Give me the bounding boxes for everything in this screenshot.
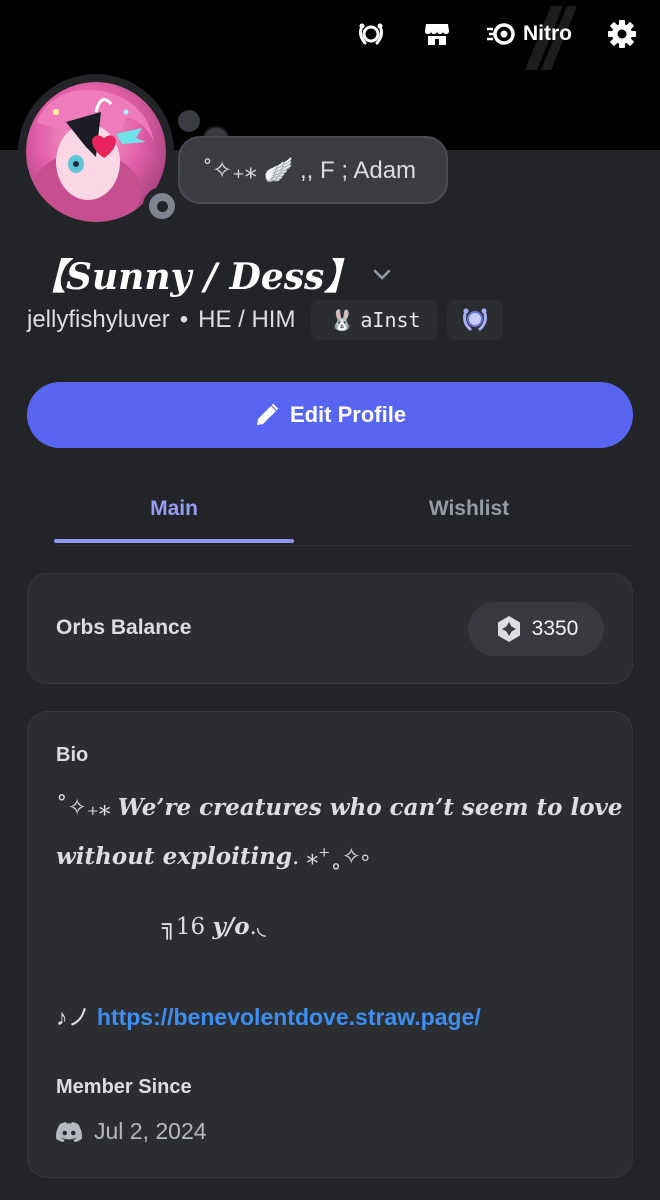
shop-icon[interactable] [421,18,453,50]
orbs-balance-pill[interactable]: 3350 [468,602,604,656]
orbs-balance-card: Orbs Balance 3350 [27,573,633,684]
pencil-icon [256,403,279,425]
profile-meta-row: jellyfishyluver • HE / HIM 🐰 aInst [27,300,503,340]
settings-gear-icon[interactable] [606,18,638,50]
chevron-down-icon[interactable] [370,262,394,286]
status-indicator [143,187,181,225]
profile-tabs: Main Wishlist [54,476,634,546]
edit-profile-button[interactable]: Edit Profile [27,382,633,448]
bio-age-line: ╗16 y/o.◟ [162,913,266,940]
orbs-label: Orbs Balance [56,616,192,639]
bunny-icon: 🐰 [329,308,355,332]
member-since-date: Jul 2, 2024 [94,1118,207,1144]
display-name: 【Sunny / Dess】 [30,256,361,298]
nitro-label: Nitro [523,22,572,45]
active-tab-indicator [54,539,294,543]
bio-link[interactable]: https://benevolentdove.straw.page/ [97,1004,481,1030]
server-tag-badge[interactable]: 🐰 aInst [311,300,437,340]
tab-main[interactable]: Main [54,476,294,542]
bio-line-1: ˚✧₊⁎ We’re creatures who can’t seem to l… [56,794,623,821]
nitro-button[interactable]: Nitro [487,6,577,70]
top-toolbar: Nitro [355,6,638,70]
quest-badge[interactable] [446,300,503,340]
bio-label: Bio [56,744,89,766]
laurel-icon [462,308,487,331]
bio-line-2: without exploiting. ⁎⁺˳✧༚ [56,843,370,870]
quests-laurel-icon[interactable] [355,18,387,50]
orb-icon [497,616,520,642]
avatar[interactable] [18,74,181,230]
tab-wishlist[interactable]: Wishlist [349,476,589,542]
nitro-icon [487,23,515,45]
custom-status-bubble[interactable]: ˚✧₊⁎ 🪽 ,, F ; Adam [178,136,448,204]
member-since-row: Jul 2, 2024 [56,1118,207,1145]
thought-bubble-dot [178,110,200,132]
username: jellyfishyluver [27,306,170,333]
member-since-label: Member Since [56,1076,192,1098]
bio-card: Bio ˚✧₊⁎ We’re creatures who can’t seem … [27,711,633,1178]
edit-profile-label: Edit Profile [289,402,407,427]
bio-link-line: ♪ノ https://benevolentdove.straw.page/ [56,1004,481,1030]
server-tag-label: aInst [360,308,421,332]
meta-separator: • [179,306,189,333]
pronouns: HE / HIM [198,306,296,333]
discord-logo-icon [56,1121,82,1142]
orbs-value: 3350 [531,617,579,640]
